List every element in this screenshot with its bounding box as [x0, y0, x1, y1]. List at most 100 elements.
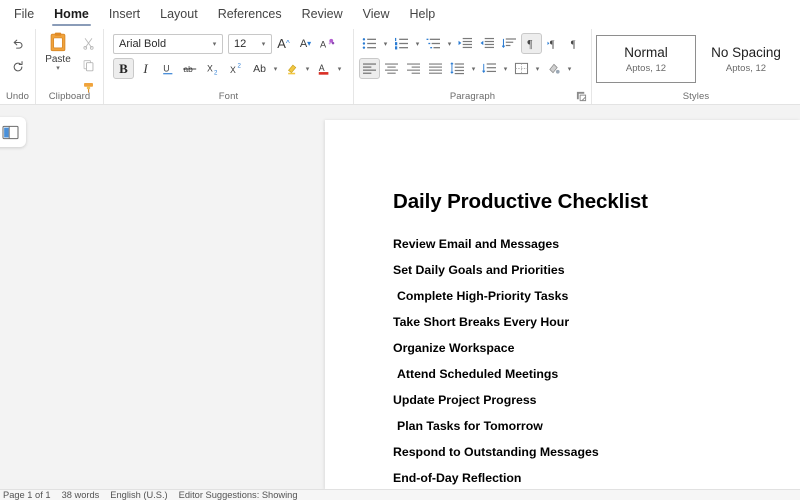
style-normal-detail: Aptos, 12 — [625, 62, 667, 74]
tab-review[interactable]: Review — [292, 2, 353, 27]
status-editor-suggestions[interactable]: Editor Suggestions: Showing — [179, 490, 298, 500]
tab-references-label: References — [217, 7, 282, 21]
cut-button[interactable] — [78, 33, 99, 54]
numbering-caret-icon[interactable]: ▾ — [413, 40, 422, 48]
bullets-button[interactable] — [359, 33, 380, 54]
text-case-caret-icon[interactable]: ▾ — [271, 65, 280, 73]
shading-caret-icon[interactable]: ▾ — [565, 65, 574, 73]
highlighter-icon — [287, 64, 296, 74]
font-size-combobox[interactable]: 12 ▾ — [228, 33, 272, 54]
font-color-button[interactable]: A — [313, 58, 334, 79]
text-case-button[interactable]: Ab — [249, 58, 270, 79]
line-spacing-button[interactable] — [447, 58, 468, 79]
paragraph-spacing-caret-icon[interactable]: ▾ — [501, 65, 510, 73]
multilevel-list-button[interactable] — [423, 33, 444, 54]
svg-text:¶: ¶ — [527, 39, 532, 50]
multilevel-caret-icon[interactable]: ▾ — [445, 40, 454, 48]
status-word-count[interactable]: 38 words — [62, 490, 100, 500]
font-size-value: 12 — [234, 37, 247, 50]
document-title: Daily Productive Checklist — [393, 190, 648, 213]
numbering-button[interactable] — [391, 33, 412, 54]
italic-icon: I — [143, 60, 148, 76]
word-application-window: File Home Insert Layout References Revie… — [0, 0, 800, 500]
strikethrough-icon: ab — [183, 64, 197, 74]
style-normal[interactable]: Normal Aptos, 12 — [596, 35, 696, 83]
justify-icon — [429, 63, 442, 74]
navigation-pane-icon — [2, 125, 19, 139]
tab-file[interactable]: File — [4, 2, 44, 27]
paragraph-spacing-button[interactable] — [479, 58, 500, 79]
increase-indent-button[interactable] — [455, 33, 476, 54]
ribbon-group-undo: Undo — [0, 29, 36, 104]
checklist-item: Take Short Breaks Every Hour — [393, 315, 570, 329]
paragraph-dialog-launcher[interactable] — [576, 91, 587, 102]
bullets-caret-icon[interactable]: ▾ — [381, 40, 390, 48]
line-spacing-caret-icon[interactable]: ▾ — [469, 65, 478, 73]
subscript-button[interactable]: X 2 — [203, 58, 225, 79]
redo-button[interactable] — [7, 56, 28, 77]
strikethrough-button[interactable]: ab — [179, 58, 202, 79]
checklist-item: Complete High-Priority Tasks — [397, 289, 569, 303]
paragraph-spacing-icon — [482, 63, 496, 73]
copy-button[interactable] — [78, 55, 99, 76]
borders-caret-icon[interactable]: ▾ — [533, 65, 542, 73]
tab-view[interactable]: View — [353, 2, 400, 27]
justify-button[interactable] — [425, 58, 446, 79]
show-formatting-marks-button[interactable]: ¶ — [521, 33, 542, 54]
checklist-item: Review Email and Messages — [393, 237, 560, 251]
tab-insert-label: Insert — [108, 7, 141, 21]
align-center-button[interactable] — [381, 58, 402, 79]
tab-layout[interactable]: Layout — [150, 2, 208, 27]
svg-text:A: A — [318, 63, 324, 73]
font-color-caret-icon[interactable]: ▾ — [335, 65, 344, 73]
align-right-button[interactable] — [403, 58, 424, 79]
status-language[interactable]: English (U.S.) — [110, 490, 167, 500]
italic-button[interactable]: I — [135, 58, 156, 79]
paste-button[interactable]: Paste ▾ — [40, 31, 76, 73]
ribbon: Undo Paste ▾ Clipboard Arial Bold ▾ 12 ▾… — [0, 29, 800, 105]
underline-button[interactable]: U — [157, 58, 178, 79]
text-case-icon: Ab — [253, 62, 266, 75]
style-no-spacing[interactable]: No Spacing Aptos, 12 — [696, 35, 796, 83]
bold-icon: B — [119, 60, 128, 76]
tab-home-label: Home — [54, 7, 89, 21]
tab-references[interactable]: References — [208, 2, 292, 27]
shading-button[interactable] — [543, 58, 564, 79]
undo-button[interactable] — [7, 33, 28, 54]
ribbon-group-styles: Normal Aptos, 12 No Spacing Aptos, 12 St… — [592, 29, 800, 104]
scissors-icon — [83, 38, 94, 50]
left-to-right-button[interactable]: ¶ — [543, 33, 564, 54]
align-left-button[interactable] — [359, 58, 380, 79]
sort-button[interactable] — [499, 33, 520, 54]
font-name-combobox[interactable]: Arial Bold ▾ — [113, 33, 223, 54]
superscript-icon: X 2 — [230, 62, 241, 74]
highlight-caret-icon[interactable]: ▾ — [303, 65, 312, 73]
grow-font-button[interactable]: A ^ — [273, 33, 294, 54]
clear-formatting-button[interactable]: A — [317, 33, 338, 54]
document-body[interactable]: Daily Productive Checklist Review Email … — [325, 120, 800, 491]
ribbon-tab-strip: File Home Insert Layout References Revie… — [0, 0, 800, 29]
shrink-font-icon: A — [299, 37, 308, 50]
text-highlight-button[interactable] — [281, 58, 302, 79]
paste-label: Paste — [45, 54, 71, 65]
borders-button[interactable] — [511, 58, 532, 79]
document-page[interactable]: Daily Productive Checklist Review Email … — [325, 120, 800, 490]
right-to-left-icon: ¶ — [571, 40, 576, 50]
underline-icon: U — [162, 63, 172, 74]
tab-home[interactable]: Home — [44, 2, 99, 27]
svg-text:A: A — [320, 39, 327, 49]
right-to-left-button[interactable]: ¶ — [565, 33, 586, 54]
ribbon-group-paragraph-label: Paragraph — [449, 91, 496, 102]
grow-font-icon: A — [277, 36, 286, 51]
status-page-indicator[interactable]: Page 1 of 1 — [3, 490, 51, 500]
superscript-button[interactable]: X 2 — [226, 58, 248, 79]
redo-arrow-icon — [13, 60, 23, 71]
tab-help[interactable]: Help — [400, 2, 446, 27]
paste-dropdown-caret[interactable]: ▾ — [56, 65, 60, 73]
decrease-indent-button[interactable] — [477, 33, 498, 54]
navigation-pane-toggle[interactable] — [0, 117, 26, 147]
clear-formatting-icon: A — [320, 38, 335, 49]
shrink-font-button[interactable]: A ▾ — [295, 33, 316, 54]
tab-insert[interactable]: Insert — [99, 2, 150, 27]
bold-button[interactable]: B — [113, 58, 134, 79]
